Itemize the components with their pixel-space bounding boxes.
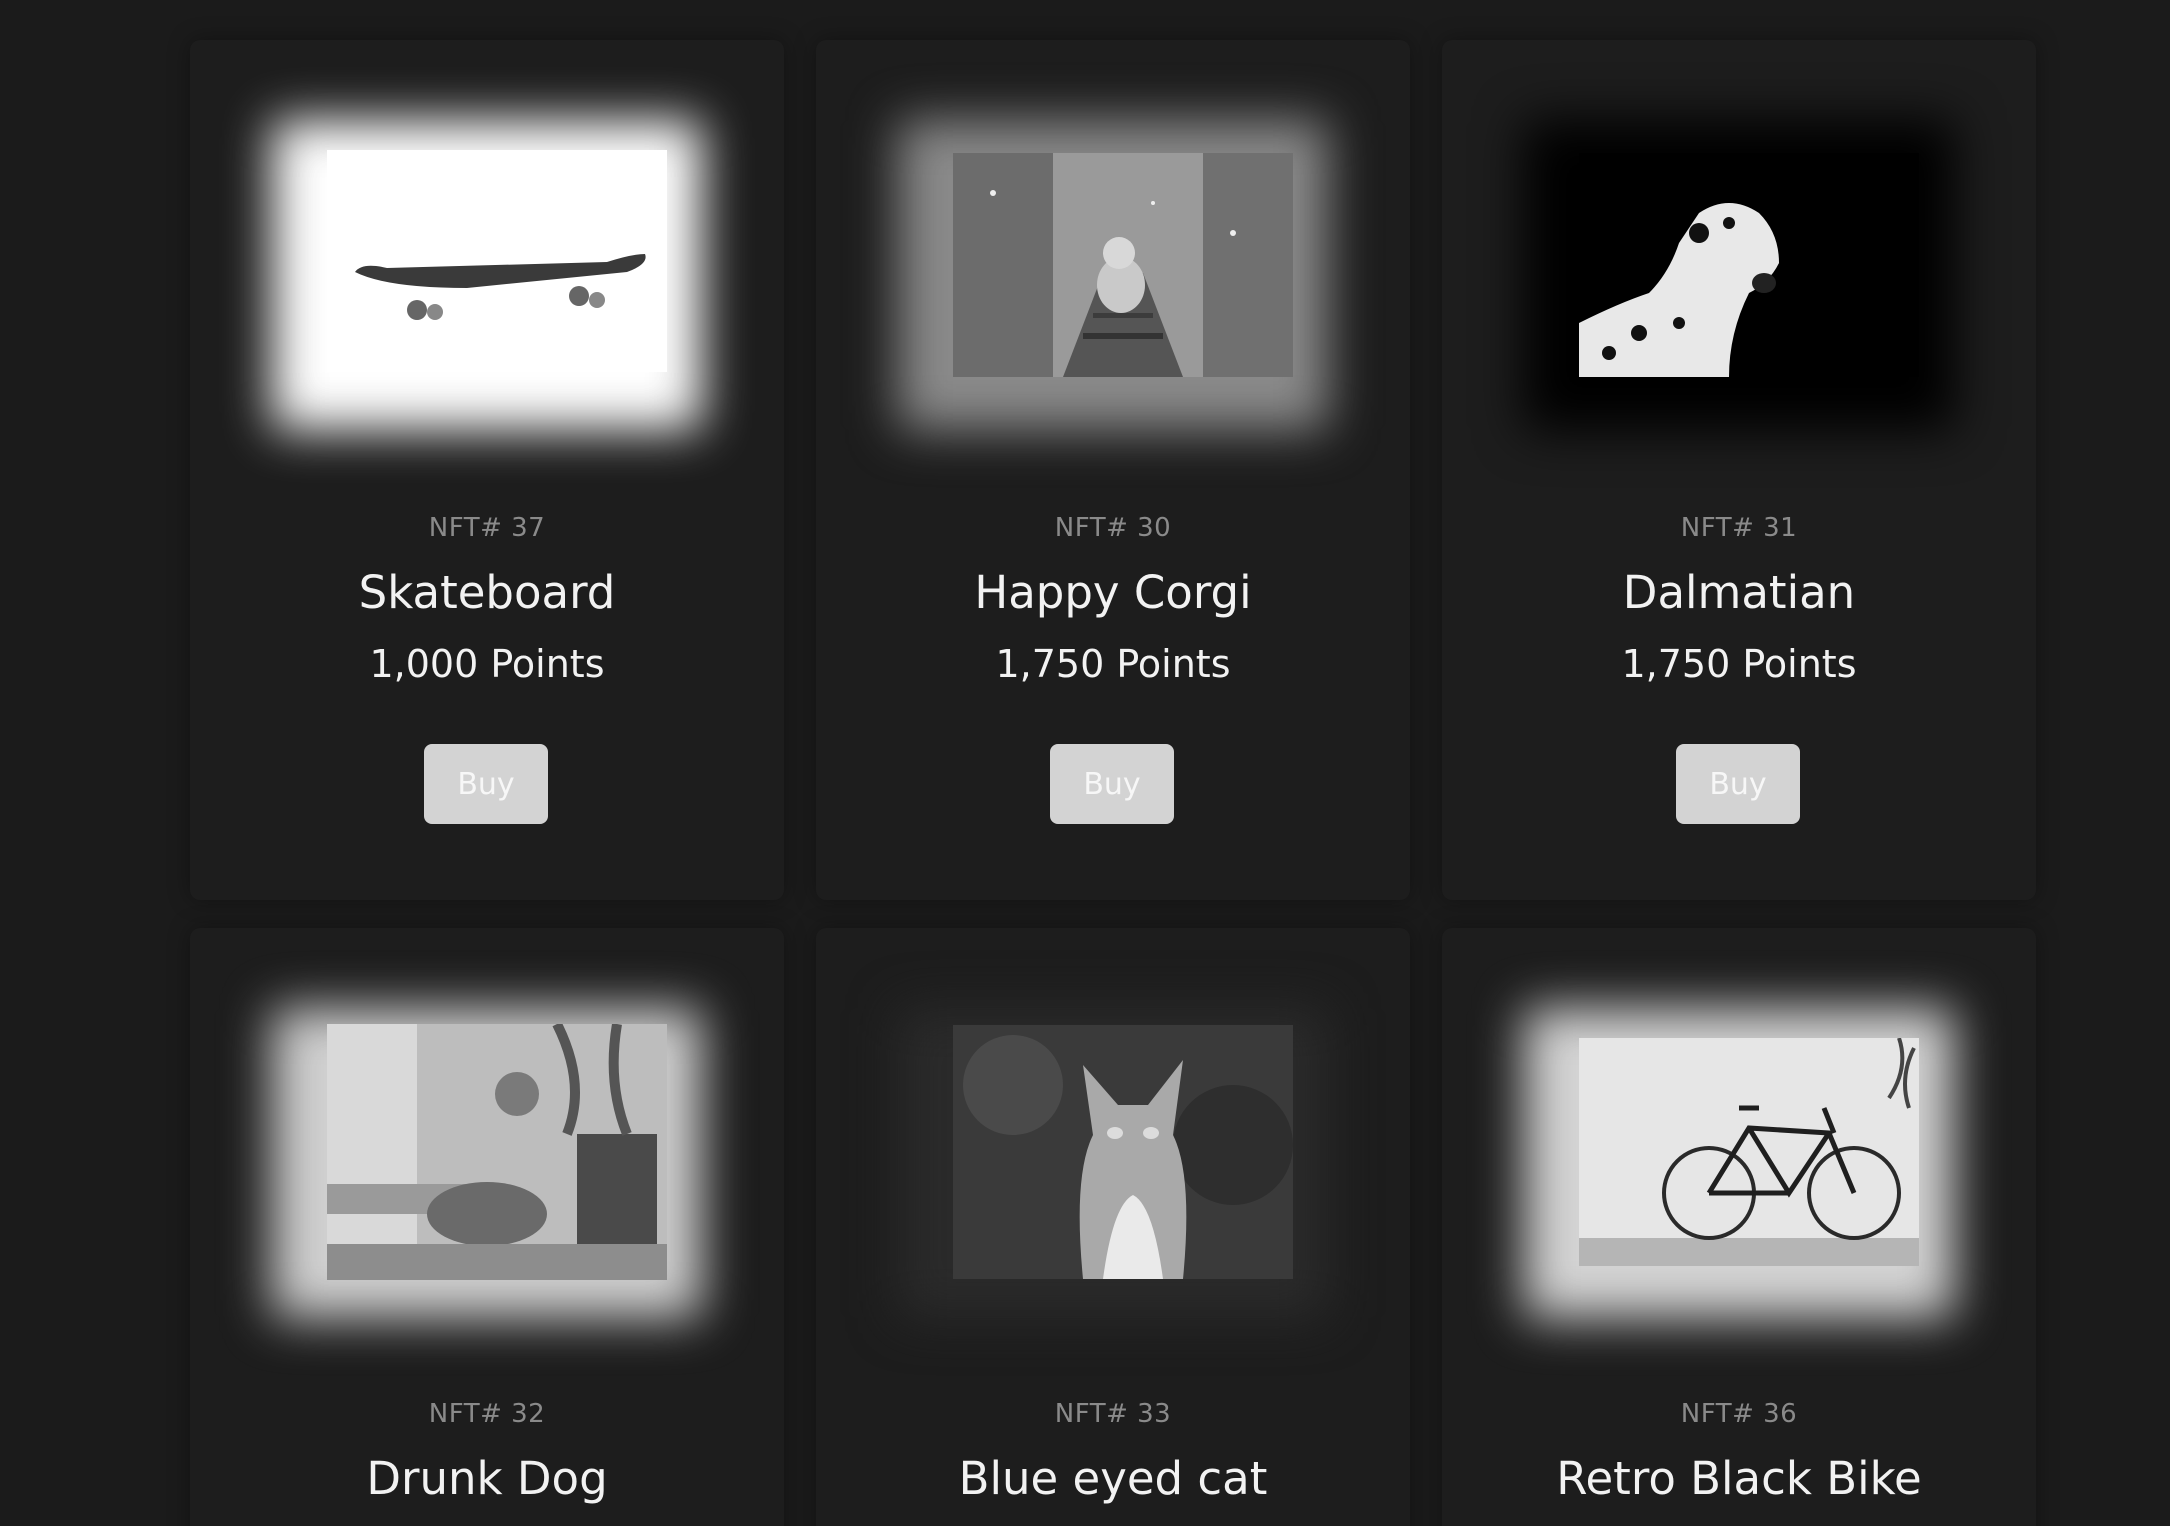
- cat-photo[interactable]: [953, 1025, 1293, 1279]
- nft-grid: NFT# 37 Skateboard 1,000 Points Buy NFT#…: [190, 0, 2046, 1526]
- nft-image-frame: [866, 978, 1360, 1348]
- nft-name: Drunk Dog: [366, 1452, 608, 1505]
- nft-name: Retro Black Bike: [1556, 1452, 1922, 1505]
- nft-id: NFT# 37: [428, 513, 546, 543]
- nft-image-frame: [1492, 978, 1986, 1348]
- buy-button[interactable]: Buy: [1050, 744, 1174, 824]
- nft-image-frame: [866, 90, 1360, 460]
- nft-marketplace-page: NFT# 37 Skateboard 1,000 Points Buy NFT#…: [0, 0, 2170, 1526]
- nft-card: NFT# 37 Skateboard 1,000 Points Buy: [190, 40, 784, 900]
- nft-name: Happy Corgi: [974, 566, 1252, 619]
- buy-button[interactable]: Buy: [1676, 744, 1800, 824]
- nft-card: NFT# 30 Happy Corgi 1,750 Points Buy: [816, 40, 1410, 900]
- nft-id: NFT# 30: [1054, 513, 1172, 543]
- nft-card: NFT# 33 Blue eyed cat: [816, 928, 1410, 1526]
- corgi-photo[interactable]: [953, 153, 1293, 377]
- nft-image-frame: [1492, 90, 1986, 460]
- nft-name: Blue eyed cat: [958, 1452, 1268, 1505]
- nft-price: 1,000 Points: [369, 642, 605, 686]
- nft-card: NFT# 31 Dalmatian 1,750 Points Buy: [1442, 40, 2036, 900]
- bicycle-photo[interactable]: [1579, 1038, 1919, 1266]
- nft-id: NFT# 31: [1680, 513, 1798, 543]
- skateboard-photo[interactable]: [327, 150, 667, 372]
- nft-card: NFT# 32 Drunk Dog: [190, 928, 784, 1526]
- buy-button[interactable]: Buy: [424, 744, 548, 824]
- dalmatian-photo[interactable]: [1579, 153, 1919, 377]
- nft-id: NFT# 32: [428, 1399, 546, 1429]
- nft-price: 1,750 Points: [1621, 642, 1857, 686]
- nft-name: Dalmatian: [1622, 566, 1856, 619]
- nft-card: NFT# 36 Retro Black Bike: [1442, 928, 2036, 1526]
- nft-image-frame: [240, 90, 734, 460]
- nft-price: 1,750 Points: [995, 642, 1231, 686]
- nft-id: NFT# 36: [1680, 1399, 1798, 1429]
- sleeping-dog-photo[interactable]: [327, 1024, 667, 1280]
- nft-image-frame: [240, 978, 734, 1348]
- nft-id: NFT# 33: [1054, 1399, 1172, 1429]
- nft-name: Skateboard: [358, 566, 616, 619]
